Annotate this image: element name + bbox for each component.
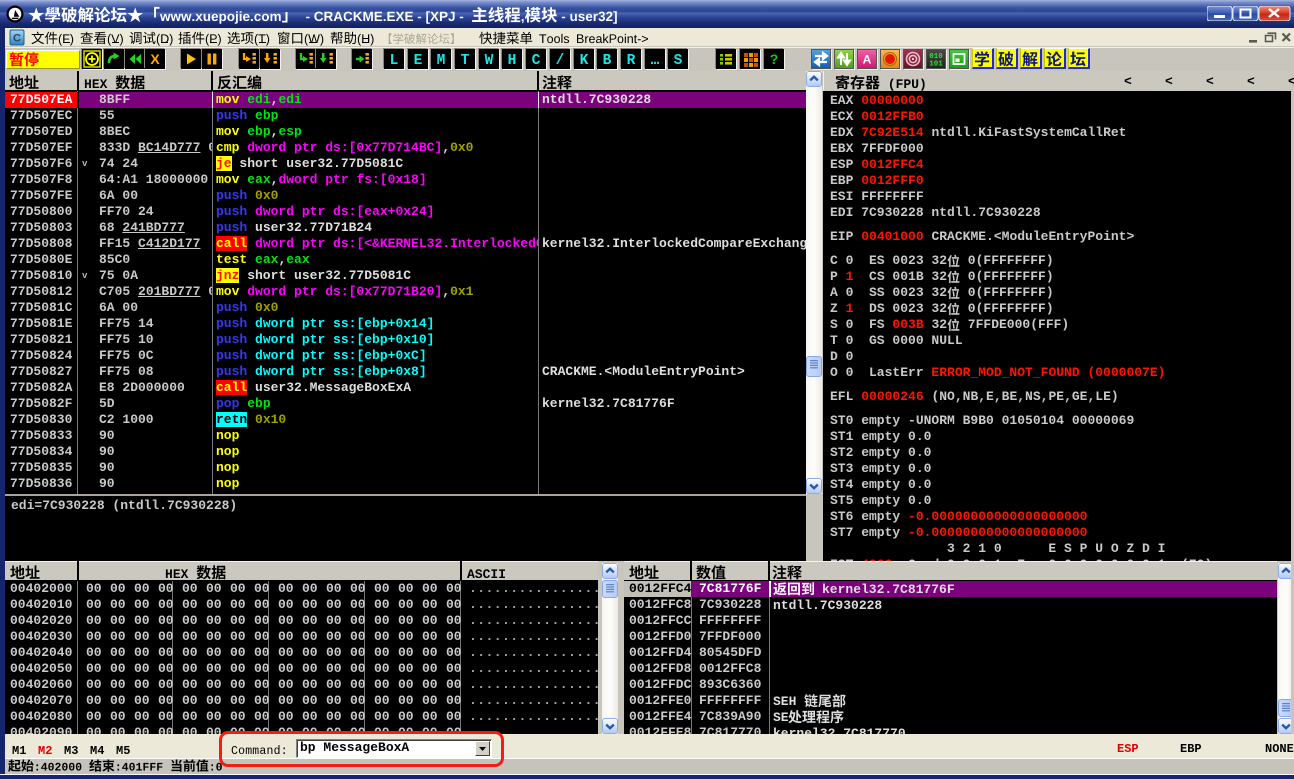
svg-text:W: W xyxy=(485,53,494,68)
svg-text:/: / xyxy=(556,53,565,68)
svg-text:M: M xyxy=(437,53,446,68)
svg-text:101: 101 xyxy=(929,61,943,69)
svg-text:B: B xyxy=(603,53,612,68)
svg-text:C: C xyxy=(532,53,541,68)
svg-text:K: K xyxy=(580,53,589,68)
svg-text:?: ? xyxy=(770,51,779,67)
svg-text:L: L xyxy=(390,53,399,68)
svg-text:H: H xyxy=(508,53,517,68)
svg-text:E: E xyxy=(414,53,423,68)
svg-text:T: T xyxy=(461,53,470,68)
svg-text:R: R xyxy=(627,53,636,68)
svg-text:A: A xyxy=(863,53,872,67)
svg-text:X: X xyxy=(150,51,160,67)
svg-text:…: … xyxy=(651,53,660,68)
svg-text:C: C xyxy=(13,33,21,45)
svg-text:S: S xyxy=(674,53,683,68)
